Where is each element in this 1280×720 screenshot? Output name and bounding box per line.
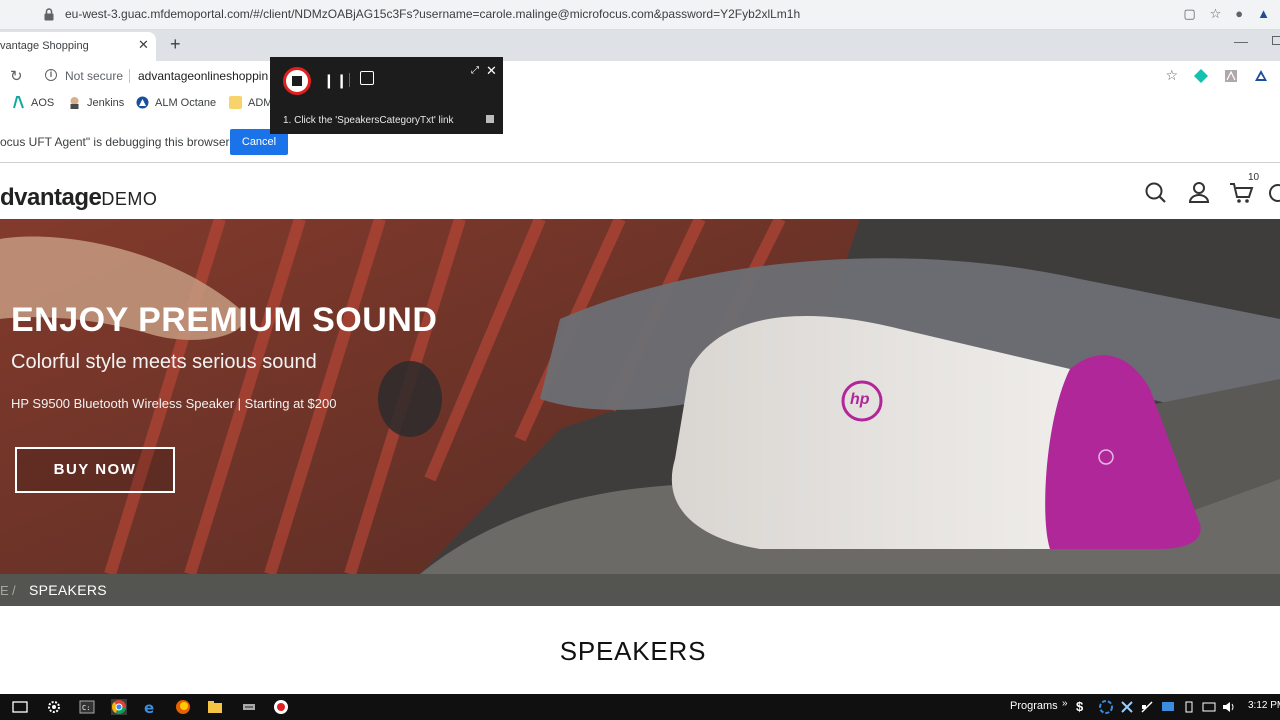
help-icon[interactable] — [1269, 184, 1280, 202]
dollar-icon[interactable]: $ — [1076, 699, 1083, 714]
bookmark-star-icon[interactable]: ☆ — [1210, 6, 1222, 22]
chrome-icon[interactable] — [111, 699, 127, 715]
inner-address-bar[interactable]: advantageonlineshoppin — [138, 69, 268, 83]
volume-icon[interactable] — [1221, 699, 1237, 715]
new-tab-icon[interactable]: + — [170, 34, 181, 55]
hero-banner: hp ENJOY PREMIUM SOUND Colorful style me… — [0, 219, 1280, 574]
record-app-icon[interactable] — [273, 699, 289, 715]
folder-icon — [229, 96, 242, 109]
inner-address-row: ↻ i Not secure advantageonlineshoppin ☆ — [0, 61, 1280, 91]
site-logo[interactable]: dvantageDEMO — [0, 184, 157, 212]
buy-now-button[interactable]: BUY NOW — [15, 447, 175, 493]
flag-icon[interactable] — [486, 115, 494, 123]
pdf-extension-icon[interactable] — [1224, 69, 1238, 83]
settings-icon[interactable] — [46, 699, 62, 715]
octane-extension-icon[interactable]: ▲ — [1257, 6, 1270, 22]
bookmark-jenkins[interactable]: Jenkins — [68, 96, 124, 109]
expand-icon[interactable]: ⤢ — [471, 65, 479, 76]
tab-advantage-shopping[interactable]: vantage Shopping ✕ — [0, 32, 156, 61]
bookmarks-bar: AOS Jenkins ALM Octane ADM — [0, 91, 1280, 116]
wifi-icon[interactable] — [1201, 699, 1217, 715]
uft-recorder-panel: ❙❙ ⤢ ✕ 1. Click the 'SpeakersCategoryTxt… — [270, 57, 503, 134]
muted-icon[interactable] — [1139, 699, 1155, 715]
usb-icon[interactable] — [1181, 699, 1197, 715]
firefox-icon[interactable] — [175, 699, 191, 715]
close-icon[interactable]: ✕ — [138, 37, 149, 53]
bookmark-alm-octane[interactable]: ALM Octane — [136, 96, 216, 109]
app-icon[interactable] — [241, 699, 257, 715]
logo-demo-text: DEMO — [101, 189, 158, 209]
hero-subtitle: Colorful style meets serious sound — [11, 351, 317, 373]
jenkins-icon — [70, 97, 79, 109]
minimize-icon[interactable]: — — [1234, 33, 1248, 49]
tab-strip: vantage Shopping ✕ + — — [0, 30, 1280, 61]
extension-icon[interactable]: ● — [1235, 6, 1243, 22]
lock-icon — [44, 8, 54, 21]
hp-logo: hp — [850, 391, 870, 408]
svg-text:e: e — [144, 699, 154, 715]
tab-title: vantage Shopping — [0, 40, 89, 52]
network-sync-icon[interactable] — [1098, 699, 1114, 715]
recorder-divider — [349, 73, 350, 87]
bookmark-star-icon[interactable]: ☆ — [1165, 67, 1178, 84]
aos-icon — [13, 96, 24, 109]
close-icon[interactable]: ✕ — [486, 63, 497, 79]
breadcrumb-home-link[interactable]: E — [0, 583, 9, 598]
octane-icon — [136, 96, 149, 109]
display-icon[interactable] — [1160, 699, 1176, 715]
file-explorer-icon[interactable] — [207, 699, 223, 715]
bookmark-aos[interactable]: AOS — [12, 96, 54, 109]
info-icon[interactable]: i — [45, 69, 57, 81]
breadcrumb-separator: / — [12, 583, 16, 598]
section-title: SPEAKERS — [559, 636, 707, 666]
stop-recording-button[interactable] — [283, 67, 311, 95]
header-icons — [1145, 182, 1280, 203]
maximize-icon[interactable] — [1272, 36, 1280, 45]
hero-title: ENJOY PREMIUM SOUND — [11, 301, 438, 339]
bookmark-adm[interactable]: ADM — [229, 96, 272, 109]
add-step-icon[interactable] — [360, 71, 374, 85]
pause-icon[interactable]: ❙❙ — [323, 72, 348, 89]
logo-text: dvantage — [0, 184, 102, 211]
clock[interactable]: 3:12 PM — [1248, 700, 1280, 711]
address-divider — [129, 69, 130, 83]
debugging-message: ocus UFT Agent" is debugging this browse… — [0, 135, 230, 149]
svg-text:C:: C: — [82, 704, 90, 712]
clipboard-icon[interactable]: ▢ — [1183, 6, 1195, 22]
cart-icon[interactable] — [1230, 183, 1254, 203]
section-subtitle-cut — [566, 671, 698, 674]
search-icon[interactable] — [1145, 182, 1166, 203]
debugging-infobar: ocus UFT Agent" is debugging this browse… — [0, 118, 1280, 163]
edge-icon[interactable]: e — [143, 699, 159, 715]
outer-browser-toolbar: eu-west-3.guac.mfdemoportal.com/#/client… — [0, 0, 1280, 30]
task-view-icon[interactable] — [12, 699, 28, 715]
windows-taskbar: C: e Programs » $ 3:12 PM — [0, 694, 1280, 720]
programs-toolbar[interactable]: Programs — [1010, 700, 1058, 712]
outer-address-bar[interactable]: eu-west-3.guac.mfdemoportal.com/#/client… — [65, 7, 800, 21]
uft-extension-icon[interactable] — [1194, 68, 1208, 83]
site-header: dvantageDEMO 10 — [0, 164, 1280, 219]
hero-description: HP S9500 Bluetooth Wireless Speaker | St… — [11, 396, 337, 411]
cart-count-badge: 10 — [1248, 172, 1260, 183]
octane-extension-icon[interactable] — [1254, 69, 1268, 83]
breadcrumb: E / SPEAKERS — [0, 574, 1280, 606]
breadcrumb-current: SPEAKERS — [29, 582, 107, 598]
terminal-icon[interactable]: C: — [79, 699, 95, 715]
security-label[interactable]: Not secure — [65, 69, 123, 83]
user-icon[interactable] — [1188, 182, 1210, 203]
tools-icon[interactable] — [1119, 699, 1135, 715]
recorded-step: 1. Click the 'SpeakersCategoryTxt' link — [283, 115, 454, 126]
chevron-right-icon[interactable]: » — [1062, 698, 1068, 709]
reload-icon[interactable]: ↻ — [10, 67, 23, 85]
